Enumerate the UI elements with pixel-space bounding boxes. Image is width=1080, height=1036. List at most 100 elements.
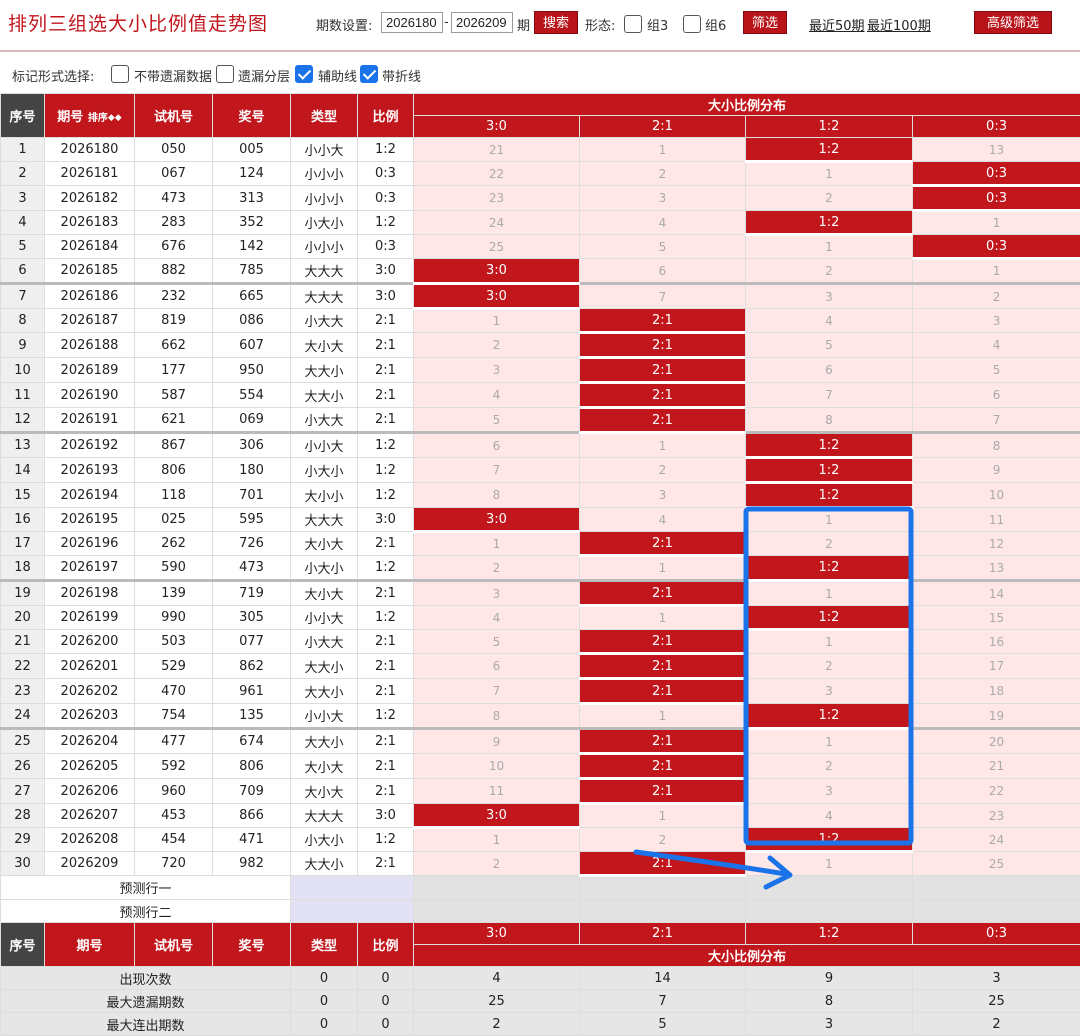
period-from-input[interactable] (381, 12, 443, 33)
period-cell: 2026192 (45, 433, 135, 458)
missing-count-cell: 8 (746, 408, 913, 433)
trial-number-cell: 990 (135, 606, 213, 630)
dist-col-header: 1:2 (746, 116, 913, 138)
hit-marker: 1:2 (746, 433, 913, 458)
period-cell: 2026186 (45, 284, 135, 309)
polyline-checkbox[interactable] (360, 65, 378, 83)
trend-table: 序号 期号 排序◆◆ 试机号 奖号 类型 比例 大小比例分布 3:02:11:2… (0, 93, 1080, 1036)
period-cell: 2026198 (45, 581, 135, 606)
prize-number-cell: 305 (213, 606, 291, 630)
stats-value-cell: 5 (580, 1013, 746, 1036)
table-row: 262026205592806大小大2:1102:1221 (1, 754, 1080, 779)
prediction-cell[interactable] (746, 876, 913, 900)
prediction-row-label: 预测行一 (1, 876, 291, 900)
search-button[interactable]: 搜索 (534, 11, 578, 34)
missing-count-cell: 1 (913, 211, 1080, 235)
stats-value-cell: 2 (913, 1013, 1080, 1036)
seq-header: 序号 (1, 94, 45, 138)
missing-count-cell: 23 (913, 804, 1080, 828)
guide-line-label: 辅助线 (318, 66, 357, 85)
table-row: 302026209720982大大小2:122:1125 (1, 852, 1080, 876)
ratio-cell: 1:2 (358, 606, 414, 630)
missing-count-cell: 6 (746, 358, 913, 383)
sort-control[interactable]: 排序◆◆ (88, 113, 122, 124)
prediction-cell[interactable] (913, 900, 1080, 923)
prediction-cell[interactable] (414, 900, 580, 923)
footer-dist-col-header: 3:0 (414, 923, 580, 945)
type-cell: 小大大 (291, 309, 358, 333)
missing-count-cell: 1 (746, 581, 913, 606)
period-header[interactable]: 期号 排序◆◆ (45, 94, 135, 138)
ratio-header: 比例 (358, 94, 414, 138)
prize-number-cell: 982 (213, 852, 291, 876)
prediction-cell[interactable] (580, 900, 746, 923)
prize-number-cell: 719 (213, 581, 291, 606)
missing-count-cell: 4 (580, 211, 746, 235)
table-row: 232026202470961大大小2:172:1318 (1, 679, 1080, 704)
table-row: 32026182473313小小小0:323320:3 (1, 186, 1080, 211)
seq-cell: 12 (1, 408, 45, 433)
missing-count-cell: 1 (746, 162, 913, 186)
prediction-cell[interactable] (913, 876, 1080, 900)
recent50-link[interactable]: 最近50期 (809, 15, 865, 34)
advanced-filter-button[interactable]: 高级筛选 (974, 11, 1052, 34)
ratio-cell: 3:0 (358, 804, 414, 828)
missing-count-cell: 2 (580, 828, 746, 852)
polyline-label: 带折线 (382, 66, 421, 85)
hit-marker: 2:1 (580, 729, 746, 754)
prediction-input-cell[interactable] (291, 900, 414, 923)
type-cell: 小大小 (291, 211, 358, 235)
ratio-cell: 3:0 (358, 259, 414, 284)
period-cell: 2026189 (45, 358, 135, 383)
hit-marker: 2:1 (580, 630, 746, 654)
prize-number-cell: 471 (213, 828, 291, 852)
group3-checkbox[interactable] (624, 15, 642, 33)
missing-count-cell: 8 (414, 704, 580, 729)
prize-number-cell: 709 (213, 779, 291, 804)
trial-number-cell: 590 (135, 556, 213, 581)
missing-count-cell: 25 (913, 852, 1080, 876)
ratio-cell: 2:1 (358, 581, 414, 606)
filter-button[interactable]: 筛选 (743, 11, 787, 34)
prediction-cell[interactable] (580, 876, 746, 900)
stats-value-cell: 4 (414, 967, 580, 990)
recent100-link[interactable]: 最近100期 (867, 15, 931, 34)
missing-count-cell: 1 (580, 704, 746, 729)
prediction-cell[interactable] (746, 900, 913, 923)
stats-row: 最大遗漏期数00257825 (1, 990, 1080, 1013)
ratio-cell: 0:3 (358, 235, 414, 259)
missing-count-cell: 2 (746, 754, 913, 779)
missing-layers-checkbox[interactable] (216, 65, 234, 83)
trial-number-cell: 587 (135, 383, 213, 408)
ratio-cell: 3:0 (358, 508, 414, 532)
prediction-cell[interactable] (414, 876, 580, 900)
no-missing-data-label: 不带遗漏数据 (134, 66, 212, 85)
prize-number-cell: 086 (213, 309, 291, 333)
period-cell: 2026194 (45, 483, 135, 508)
top-toolbar: 排列三组选大小比例值走势图 期数设置: - 期 搜索 形态: 组3 组6 筛选 … (0, 0, 1080, 52)
footer-dist-col-header: 0:3 (913, 923, 1080, 945)
missing-count-cell: 9 (414, 729, 580, 754)
ratio-cell: 1:2 (358, 433, 414, 458)
table-row: 132026192867306小小大1:2611:28 (1, 433, 1080, 458)
missing-count-cell: 2 (414, 852, 580, 876)
seq-cell: 22 (1, 654, 45, 679)
table-row: 12026180050005小小大1:22111:213 (1, 138, 1080, 162)
dist-col-header: 2:1 (580, 116, 746, 138)
no-missing-data-checkbox[interactable] (111, 65, 129, 83)
guide-line-checkbox[interactable] (295, 65, 313, 83)
missing-count-cell: 1 (746, 235, 913, 259)
prediction-input-cell[interactable] (291, 876, 414, 900)
missing-count-cell: 3 (414, 358, 580, 383)
missing-count-cell: 5 (913, 358, 1080, 383)
stats-type-cell: 0 (291, 990, 358, 1013)
stats-value-cell: 7 (580, 990, 746, 1013)
trial-number-cell: 720 (135, 852, 213, 876)
missing-count-cell: 1 (580, 433, 746, 458)
missing-count-cell: 1 (580, 556, 746, 581)
hit-marker: 2:1 (580, 581, 746, 606)
period-to-input[interactable] (451, 12, 513, 33)
trial-number-cell: 473 (135, 186, 213, 211)
type-cell: 大小大 (291, 754, 358, 779)
group6-checkbox[interactable] (683, 15, 701, 33)
